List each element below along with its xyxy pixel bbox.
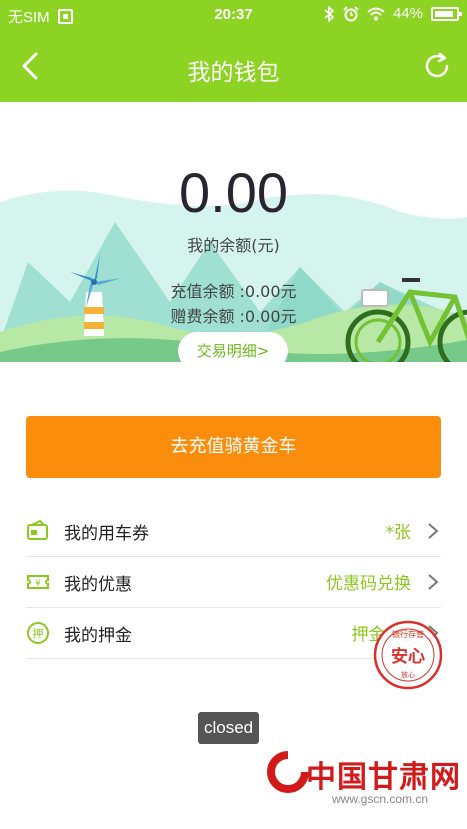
bank-custody-stamp: 银行存管 安心 放心 bbox=[373, 620, 443, 690]
battery-icon bbox=[431, 6, 462, 21]
svg-text:¥: ¥ bbox=[35, 579, 41, 589]
deposit-icon: 押 bbox=[27, 622, 49, 644]
transaction-details-button[interactable]: 交易明细> bbox=[178, 332, 288, 362]
chevron-right-icon bbox=[428, 574, 439, 590]
list-item-discounts[interactable]: ¥ 我的优惠 优惠码兑换 bbox=[26, 557, 441, 608]
list-item-value: *张 bbox=[385, 523, 412, 543]
watermark-logo-icon bbox=[267, 751, 309, 793]
balance-amount: 0.00 bbox=[179, 161, 288, 224]
alarm-icon bbox=[343, 5, 359, 21]
svg-text:押: 押 bbox=[33, 627, 44, 641]
list-item-label: 我的优惠 bbox=[64, 575, 132, 595]
balance-label: 我的余额(元) bbox=[187, 236, 280, 255]
stamp-text: 安心 bbox=[391, 646, 425, 667]
battery-percent: 44% bbox=[392, 5, 423, 22]
balance-panel: 0.00 我的余额(元) 充值余额 :0.00元 赠费余额 :0.00元 交易明… bbox=[0, 102, 467, 362]
recharge-button[interactable]: 去充值骑黄金车 bbox=[26, 416, 441, 478]
ticket-icon bbox=[27, 519, 48, 540]
bluetooth-icon bbox=[324, 5, 335, 22]
list-item-value: 优惠码兑换 bbox=[326, 574, 411, 594]
toast: closed bbox=[198, 712, 260, 744]
list-item-ride-vouchers[interactable]: 我的用车券 *张 bbox=[26, 506, 441, 557]
watermark-url: www.gscn.com.cn bbox=[332, 792, 429, 806]
stamp-ring-text: 银行存管 bbox=[392, 629, 424, 639]
watermark: 中国甘肃网 www.gscn.com.cn bbox=[266, 750, 466, 820]
watermark-logo-text: 中国甘肃网 bbox=[306, 760, 461, 795]
nav-bar: 我的钱包 bbox=[0, 30, 467, 102]
recharge-balance: 充值余额 :0.00元 bbox=[170, 282, 297, 301]
wifi-icon bbox=[367, 7, 385, 20]
refresh-icon bbox=[425, 52, 449, 78]
coupon-icon: ¥ bbox=[27, 575, 49, 589]
refresh-button[interactable] bbox=[419, 48, 455, 84]
page-title: 我的钱包 bbox=[187, 60, 280, 86]
list-item-label: 我的押金 bbox=[64, 626, 132, 646]
gift-balance: 赠费余额 :0.00元 bbox=[170, 307, 297, 326]
chevron-right-icon bbox=[428, 523, 439, 539]
status-bar: 无SIM 20:37 44% bbox=[0, 0, 467, 30]
list-item-label: 我的用车券 bbox=[64, 524, 149, 544]
status-right: 44% bbox=[323, 5, 462, 22]
stamp-bottom-text: 放心 bbox=[401, 670, 415, 679]
